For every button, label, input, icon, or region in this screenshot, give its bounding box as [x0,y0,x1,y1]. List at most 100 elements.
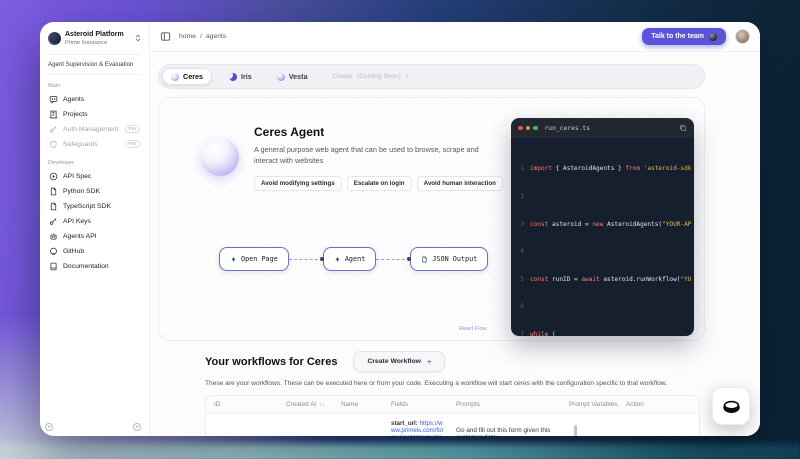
sidebar-item-agents[interactable]: Agents [48,92,141,107]
chevron-updown-icon[interactable] [135,34,141,42]
code-line: const runID = await asteroid.runWorkflow… [511,275,694,284]
code-content[interactable]: import { AsteroidAgents } from 'asteroid… [511,138,694,336]
sidebar-item-documentation[interactable]: Documentation [48,259,141,274]
col-prompt-variables: Prompt Variables [561,396,618,413]
file-icon [49,202,58,211]
code-line: while ( [511,330,694,336]
talk-to-team-button[interactable]: Talk to the team [642,28,726,45]
org-subtitle: Prime Insurance [65,40,124,46]
sidebar-item-label: API Keys [63,218,91,225]
user-menu-icon[interactable]: ● [45,423,53,431]
sidebar-item-api-keys[interactable]: API Keys [48,214,141,229]
create-workflow-button[interactable]: Create Workflow + [353,351,445,372]
vesta-planet-icon [277,73,285,81]
sidebar-item-label: Documentation [63,263,109,270]
cell-id [206,414,278,436]
assistant-button[interactable] [712,387,750,425]
flow-node-json-output[interactable]: JSON Output [410,247,488,271]
org-name: Asteroid Platform [65,31,124,40]
user-avatar[interactable] [735,29,750,44]
agents-icon [49,95,58,104]
sidebar-footer: ● ● [45,423,141,431]
agent-description: A general purpose web agent that can be … [254,145,492,167]
org-switcher[interactable]: Asteroid Platform Prime Insurance [48,31,141,46]
sidebar-item-typescript-sdk[interactable]: TypeScript SDK [48,199,141,214]
cell-prompt-variables [561,414,618,436]
workspace-tagline: Agent Supervision & Evaluation [48,54,141,75]
docs-icon [49,262,58,271]
tab-label: Vesta [289,72,308,81]
sidebar-item-label: Python SDK [63,188,100,195]
copy-icon[interactable] [679,124,687,132]
sidebar: Asteroid Platform Prime Insurance Agent … [40,22,150,436]
maximize-dot-icon[interactable] [533,126,538,131]
reactflow-attribution[interactable]: React Flow [459,326,487,332]
cell-prompt: Go and fill out this form given this cus… [448,414,561,436]
col-created-at[interactable]: Created At ↑↓ [278,396,333,413]
api-spec-icon [49,172,58,181]
tab-iris[interactable]: Iris [221,69,260,84]
iris-planet-icon [229,73,237,81]
table-header-row: ID Created At ↑↓ Name Fields Prompts Pro… [206,396,699,414]
tab-vesta[interactable]: Vesta [269,69,316,84]
sidebar-item-projects[interactable]: Projects [48,107,141,122]
content-area: Ceres Iris Vesta Create (Coming Soon) + [150,52,760,436]
plus-icon: + [427,357,431,366]
shield-icon [49,140,58,149]
plus-icon: + [406,73,410,80]
sidebar-item-label: Projects [63,111,88,118]
minimize-dot-icon[interactable] [526,126,531,131]
sidebar-item-safeguards[interactable]: Safeguards Pro [48,137,141,152]
breadcrumb-current[interactable]: agents [206,33,226,40]
field-key: start_url: [391,420,418,427]
sort-icon[interactable]: ↑↓ [319,402,325,408]
flow-node-label: JSON Output [432,255,477,263]
ceres-planet-image [201,138,239,176]
code-line [511,302,694,311]
col-action: Action [618,396,699,413]
table-row[interactable]: start_url: https://www.primeis.com/forms… [206,414,699,436]
agent-info: Ceres Agent A general purpose web agent … [254,125,506,191]
col-prompts: Prompts [448,396,561,413]
main-area: home / agents Talk to the team Ceres [150,22,760,436]
key-icon [49,217,58,226]
sidebar-item-label: Agents [63,96,84,103]
cell-created-at [278,414,333,436]
projects-icon [49,110,58,119]
code-editor: run_ceres.ts import { AsteroidAgents } f… [511,118,694,336]
auth-icon [49,125,58,134]
sidebar-item-python-sdk[interactable]: Python SDK [48,184,141,199]
workflow-diagram: Open Page Agent JSON Output [219,247,488,271]
flow-node-agent[interactable]: Agent [323,247,376,271]
breadcrumb: home / agents [179,33,226,40]
close-dot-icon[interactable] [518,126,523,131]
pro-badge: Pro [125,125,140,133]
workflows-section: Your workflows for Ceres Create Workflow… [205,351,705,436]
flow-node-open-page[interactable]: Open Page [219,247,289,271]
breadcrumb-home[interactable]: home [179,33,196,40]
help-icon[interactable]: ● [133,423,141,431]
tab-create[interactable]: Create (Coming Soon) + [333,73,410,80]
tab-label: Iris [241,72,252,81]
create-workflow-label: Create Workflow [367,358,421,365]
tab-ceres[interactable]: Ceres [162,68,212,85]
pro-badge: Pro [125,140,140,148]
sidebar-item-auth-management[interactable]: Auth Management Pro [48,122,141,137]
sidebar-item-label: GitHub [63,248,84,255]
workflows-title: Your workflows for Ceres [205,356,337,368]
tab-label: Ceres [183,72,203,81]
code-line [511,247,694,256]
agent-badge: Avoid modifying settings [254,176,342,191]
sidebar-item-api-spec[interactable]: API Spec [48,169,141,184]
agent-badge: Avoid human interaction [417,176,503,191]
agent-overview-card: Ceres Agent A general purpose web agent … [158,97,705,341]
code-line [511,192,694,201]
sidebar-toggle-icon[interactable] [160,31,171,42]
github-icon [49,247,58,256]
topbar-right: Talk to the team [642,28,750,45]
agent-title: Ceres Agent [254,125,506,139]
sidebar-item-agents-api[interactable]: Agents API [48,229,141,244]
cell-scrollbar[interactable] [574,425,577,436]
code-line: const asteroid = new AsteroidAgents("YOU… [511,220,694,229]
sidebar-item-github[interactable]: GitHub [48,244,141,259]
